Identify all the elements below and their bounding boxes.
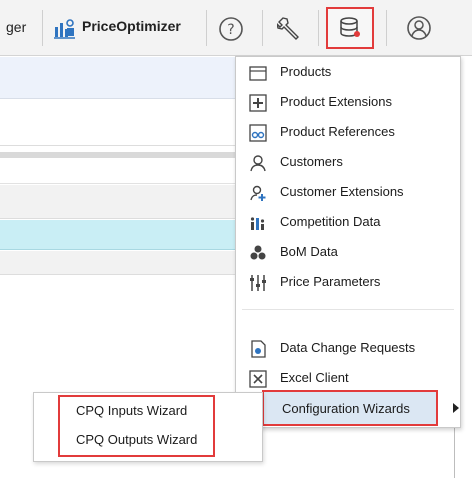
svg-text:?: ? (227, 22, 234, 38)
help-icon: ? (218, 16, 244, 42)
toolbar-truncated-label[interactable]: ger (6, 19, 26, 35)
price-parameters-icon (248, 273, 268, 293)
background-header-row (0, 57, 240, 99)
user-icon (406, 15, 432, 41)
master-data-menu: Products Product Extensions Product Refe… (235, 56, 461, 428)
customers-icon (248, 153, 268, 173)
menu-item-price-parameters[interactable]: Price Parameters (236, 267, 460, 297)
data-change-requests-icon (248, 339, 268, 359)
wrench-icon (277, 14, 305, 42)
menu-item-label: Customer Extensions (280, 184, 404, 199)
customer-extensions-icon (248, 183, 268, 203)
toolbar-separator (42, 10, 43, 46)
menu-item-label: Configuration Wizards (282, 401, 410, 416)
tools-button[interactable] (274, 12, 308, 44)
price-optimizer-button[interactable]: PriceOptimizer (52, 12, 202, 44)
submenu-arrow-icon (453, 403, 459, 413)
user-button[interactable] (404, 13, 434, 43)
master-data-button[interactable] (326, 7, 374, 49)
table-row[interactable] (0, 158, 240, 184)
menu-item-label: Products (280, 64, 332, 79)
product-extensions-icon (248, 93, 268, 113)
menu-item-competition-data[interactable]: Competition Data (236, 207, 460, 237)
menu-item-label: Competition Data (280, 214, 381, 229)
menu-item-label: Product Extensions (280, 94, 393, 109)
menu-item-product-references[interactable]: Product References (236, 117, 460, 147)
menu-item-data-change-requests[interactable]: Data Change Requests (236, 333, 460, 363)
competition-data-icon (248, 213, 268, 233)
table-row[interactable] (0, 185, 240, 219)
top-toolbar: ger PriceOptimizer ? (0, 0, 472, 56)
toolbar-separator (386, 10, 387, 46)
menu-item-label: Customers (280, 154, 343, 169)
database-icon (337, 15, 363, 41)
menu-item-label: Product References (280, 124, 395, 139)
table-row[interactable] (0, 251, 240, 275)
price-optimizer-icon (54, 17, 76, 39)
menu-item-products[interactable]: Products (236, 57, 460, 87)
toolbar-separator (318, 10, 319, 46)
submenu-item-cpq-outputs-wizard[interactable]: CPQ Outputs Wizard (76, 432, 197, 447)
background-row (0, 100, 240, 146)
help-button[interactable]: ? (216, 14, 246, 44)
menu-item-product-extensions[interactable]: Product Extensions (236, 87, 460, 117)
excel-client-icon (248, 369, 268, 389)
menu-item-excel-client[interactable]: Excel Client (236, 363, 460, 393)
bom-data-icon (248, 243, 268, 263)
menu-item-bom-data[interactable]: BoM Data (236, 237, 460, 267)
menu-item-label: Excel Client (280, 370, 349, 385)
menu-item-label: Data Change Requests (280, 340, 416, 355)
products-icon (248, 63, 268, 83)
menu-item-customer-extensions[interactable]: Customer Extensions (236, 177, 460, 207)
price-optimizer-label: PriceOptimizer (82, 18, 181, 34)
toolbar-separator (206, 10, 207, 46)
toolbar-separator (262, 10, 263, 46)
submenu-item-cpq-inputs-wizard[interactable]: CPQ Inputs Wizard (76, 403, 187, 418)
menu-item-label: Price Parameters (280, 274, 381, 289)
product-references-icon (248, 123, 268, 143)
menu-divider (242, 309, 454, 310)
table-row-selected[interactable] (0, 220, 240, 250)
menu-item-label: BoM Data (280, 244, 338, 259)
menu-item-customers[interactable]: Customers (236, 147, 460, 177)
menu-item-configuration-wizards[interactable]: Configuration Wizards (262, 390, 438, 426)
